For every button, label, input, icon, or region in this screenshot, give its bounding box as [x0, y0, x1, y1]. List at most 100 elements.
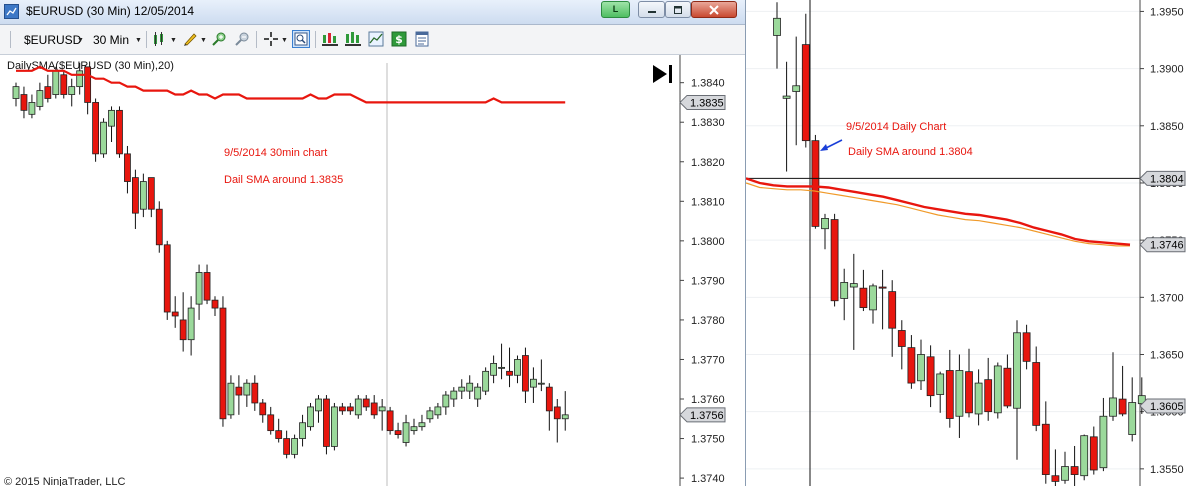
candle-body — [530, 378, 537, 388]
candle — [330, 402, 338, 451]
candle — [139, 173, 147, 218]
y-tick-label: 1.3790 — [691, 275, 725, 287]
chart-window: $EURUSD (30 Min) 12/05/2014 L $EURUSD ▼ … — [0, 0, 746, 486]
candle-body — [76, 70, 84, 88]
crosshair-price-tag: 1.3804 — [1139, 170, 1186, 186]
candle-body — [450, 390, 458, 400]
candle — [1118, 365, 1127, 417]
y-tick-label: 1.3820 — [691, 157, 725, 169]
crosshair-icon[interactable] — [263, 31, 279, 47]
candle — [259, 399, 267, 423]
line-chart-icon[interactable] — [368, 31, 384, 47]
y-tick-label: 1.3740 — [691, 473, 725, 485]
daily-chart-panel: 1.39501.39001.38501.38001.37501.37001.36… — [746, 0, 1191, 486]
candle — [28, 94, 36, 119]
candle-body — [514, 359, 521, 376]
candle-body — [259, 402, 267, 416]
candle — [553, 399, 561, 443]
y-tick-label: 1.3850 — [1150, 121, 1184, 133]
zoom-out-icon[interactable] — [234, 31, 250, 47]
pencil-icon[interactable] — [182, 31, 198, 47]
annotation-30min: 9/5/2014 30min chart — [224, 147, 327, 159]
candle — [801, 13, 810, 148]
candle — [1022, 324, 1031, 370]
candle — [131, 169, 139, 229]
y-tick-label: 1.3770 — [691, 354, 725, 366]
candle — [36, 82, 44, 111]
candle-body — [945, 370, 954, 419]
candle — [307, 402, 314, 431]
candle-body — [426, 410, 434, 420]
candle-body — [20, 94, 28, 111]
candle — [490, 355, 498, 384]
candle — [530, 367, 537, 403]
y-tick-label: 1.3810 — [691, 196, 725, 208]
candle-body — [1089, 436, 1098, 471]
candle — [498, 343, 505, 380]
close-button[interactable] — [691, 1, 737, 18]
candle-body — [283, 438, 291, 455]
candle — [243, 379, 251, 407]
candle-body — [1128, 402, 1137, 435]
candle-body — [442, 394, 450, 408]
candle — [869, 283, 877, 324]
candle — [1080, 434, 1089, 481]
candle — [1013, 320, 1021, 460]
candle — [1061, 451, 1069, 484]
candle — [227, 375, 235, 419]
minimize-button[interactable] — [638, 1, 665, 18]
candle — [955, 354, 964, 438]
chart-app-icon — [4, 4, 19, 19]
title-bar[interactable]: $EURUSD (30 Min) 12/05/2014 L — [0, 0, 745, 25]
instrument-selector[interactable]: $EURUSD — [24, 33, 81, 47]
candle — [897, 320, 906, 370]
go-to-last-bar-icon[interactable] — [653, 65, 672, 83]
instrument-dropdown-icon[interactable]: ▼ — [77, 37, 84, 44]
period-selector[interactable]: 30 Min — [93, 33, 129, 47]
last-price-tag: 1.3756 — [679, 407, 726, 423]
drawing-tools-dropdown-icon[interactable]: ▼ — [200, 37, 207, 44]
bar-style-icon[interactable] — [152, 31, 168, 47]
y-tick-label: 1.3950 — [1150, 6, 1184, 18]
candle — [821, 213, 829, 250]
candle — [370, 395, 378, 419]
candle — [410, 418, 418, 435]
period-dropdown-icon[interactable]: ▼ — [135, 37, 142, 44]
candle — [458, 379, 466, 400]
candle — [283, 430, 291, 459]
bar-style-dropdown-icon[interactable]: ▼ — [170, 37, 177, 44]
toolbar-grip — [10, 31, 11, 48]
properties-icon[interactable] — [414, 31, 430, 47]
candle-body — [394, 430, 402, 435]
candle — [545, 383, 553, 431]
candle — [773, 2, 781, 69]
toolbar-separator — [256, 31, 257, 48]
candle-body — [402, 422, 410, 443]
play-triangle — [653, 65, 667, 83]
indicators-icon[interactable] — [322, 31, 338, 47]
candle-body — [434, 406, 442, 416]
link-button[interactable]: L — [601, 1, 630, 18]
maximize-button[interactable] — [665, 1, 691, 18]
candle-body — [251, 382, 259, 404]
crosshair-dropdown-icon[interactable]: ▼ — [281, 37, 288, 44]
candle-body — [782, 95, 791, 99]
candle — [840, 268, 849, 321]
money-icon[interactable]: $ — [391, 31, 407, 47]
candle-body — [917, 354, 925, 382]
data-box-icon[interactable] — [292, 30, 310, 48]
candle — [203, 264, 211, 305]
candle — [849, 253, 858, 350]
candle — [235, 375, 243, 415]
strategies-icon[interactable] — [345, 31, 361, 47]
zoom-in-icon[interactable] — [211, 31, 227, 47]
svg-text:$: $ — [395, 33, 403, 46]
candle-body — [553, 406, 561, 420]
candle — [338, 402, 346, 415]
candle-body — [410, 426, 418, 432]
candle — [394, 422, 402, 439]
candle-body — [490, 363, 498, 376]
candle-body — [386, 410, 394, 432]
daily-sma-line — [746, 177, 1131, 246]
candle-body — [195, 272, 203, 305]
